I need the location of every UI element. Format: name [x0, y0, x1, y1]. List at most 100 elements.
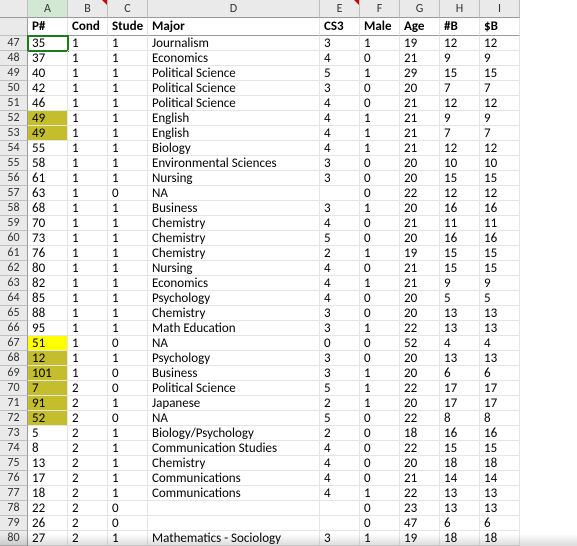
cell[interactable]: 2 [68, 486, 108, 501]
cell[interactable]: 1 [360, 66, 400, 81]
cell[interactable]: 20 [400, 351, 440, 366]
cell[interactable]: 15 [480, 246, 520, 261]
cell[interactable]: Communications [148, 471, 320, 486]
cell[interactable]: Business [148, 201, 320, 216]
header-cell[interactable]: Stude [108, 18, 148, 36]
cell[interactable]: 2 [68, 426, 108, 441]
col-header-E[interactable]: E [320, 0, 360, 18]
cell[interactable]: 49 [28, 126, 68, 141]
cell[interactable]: 20 [400, 81, 440, 96]
cell[interactable]: 13 [28, 456, 68, 471]
cell[interactable]: 0 [360, 471, 400, 486]
cell[interactable]: 1 [108, 111, 148, 126]
cell[interactable]: 18 [28, 486, 68, 501]
cell[interactable]: 15 [440, 261, 480, 276]
cell[interactable]: 4 [320, 111, 360, 126]
cell[interactable]: 21 [400, 51, 440, 66]
cell[interactable]: 47 [400, 516, 440, 531]
cell[interactable]: 19 [400, 531, 440, 546]
cell[interactable]: 6 [480, 366, 520, 381]
cell[interactable]: 1 [360, 531, 400, 546]
cell[interactable]: 1 [108, 216, 148, 231]
row-header[interactable]: 67 [0, 336, 28, 351]
cell[interactable]: 0 [360, 501, 400, 516]
cell[interactable]: Business [148, 366, 320, 381]
cell[interactable]: 1 [68, 276, 108, 291]
cell[interactable]: 23 [400, 501, 440, 516]
cell[interactable] [320, 516, 360, 531]
cell[interactable]: Chemistry [148, 306, 320, 321]
cell[interactable]: 1 [108, 441, 148, 456]
cell[interactable]: 5 [480, 291, 520, 306]
cell[interactable]: 7 [28, 381, 68, 396]
row-header[interactable]: 70 [0, 381, 28, 396]
cell[interactable]: 4 [320, 291, 360, 306]
cell[interactable]: 7 [480, 126, 520, 141]
cell[interactable]: 1 [108, 171, 148, 186]
cell[interactable]: 21 [400, 141, 440, 156]
cell[interactable]: 0 [360, 411, 400, 426]
cell[interactable]: 3 [320, 36, 360, 51]
cell[interactable]: 0 [360, 156, 400, 171]
cell[interactable]: 13 [440, 306, 480, 321]
cell[interactable]: 0 [360, 516, 400, 531]
cell[interactable]: Nursing [148, 171, 320, 186]
row-header[interactable]: 61 [0, 246, 28, 261]
cell[interactable]: Chemistry [148, 246, 320, 261]
cell[interactable]: 1 [108, 351, 148, 366]
col-header-D[interactable]: D [148, 0, 320, 18]
cell[interactable]: 1 [68, 36, 108, 51]
cell[interactable]: 4 [320, 471, 360, 486]
row-header[interactable]: 64 [0, 291, 28, 306]
cell[interactable]: 18 [440, 531, 480, 546]
cell[interactable]: 55 [28, 141, 68, 156]
cell[interactable]: 1 [68, 171, 108, 186]
cell[interactable]: 1 [360, 321, 400, 336]
cell[interactable]: 1 [68, 126, 108, 141]
cell[interactable]: 0 [360, 336, 400, 351]
cell[interactable]: 95 [28, 321, 68, 336]
cell[interactable]: Psychology [148, 351, 320, 366]
cell[interactable]: 46 [28, 96, 68, 111]
cell[interactable]: 4 [320, 51, 360, 66]
cell[interactable]: 5 [440, 291, 480, 306]
cell[interactable]: 14 [440, 471, 480, 486]
cell[interactable]: 2 [68, 441, 108, 456]
row-header[interactable]: 49 [0, 66, 28, 81]
cell[interactable]: 22 [400, 486, 440, 501]
header-cell[interactable]: Cond [68, 18, 108, 36]
cell[interactable]: 13 [480, 321, 520, 336]
row-header[interactable]: 54 [0, 141, 28, 156]
col-header-H[interactable]: H [440, 0, 480, 18]
cell[interactable]: 0 [360, 216, 400, 231]
cell[interactable]: 17 [28, 471, 68, 486]
cell[interactable]: 12 [28, 351, 68, 366]
cell[interactable]: 9 [480, 276, 520, 291]
row-header[interactable]: 63 [0, 276, 28, 291]
cell[interactable]: 22 [28, 501, 68, 516]
cell[interactable]: 7 [480, 81, 520, 96]
cell[interactable]: 15 [440, 171, 480, 186]
cell[interactable]: 1 [360, 201, 400, 216]
col-header-G[interactable]: G [400, 0, 440, 18]
cell[interactable]: 0 [108, 411, 148, 426]
cell[interactable]: 4 [320, 216, 360, 231]
cell[interactable]: 16 [480, 426, 520, 441]
cell[interactable]: 2 [68, 456, 108, 471]
cell[interactable]: 16 [480, 201, 520, 216]
cell[interactable]: 1 [108, 276, 148, 291]
cell[interactable]: 52 [28, 411, 68, 426]
cell[interactable]: 1 [68, 96, 108, 111]
cell[interactable]: 19 [400, 246, 440, 261]
cell[interactable]: 52 [400, 336, 440, 351]
row-header[interactable] [0, 18, 28, 36]
cell[interactable]: 15 [480, 441, 520, 456]
cell[interactable]: 1 [68, 366, 108, 381]
cell[interactable]: Psychology [148, 291, 320, 306]
cell[interactable]: 3 [320, 171, 360, 186]
cell[interactable]: 4 [480, 336, 520, 351]
col-header-I[interactable]: I [480, 0, 520, 18]
cell[interactable]: 21 [400, 276, 440, 291]
cell[interactable]: 6 [480, 516, 520, 531]
header-cell[interactable]: P# [28, 18, 68, 36]
